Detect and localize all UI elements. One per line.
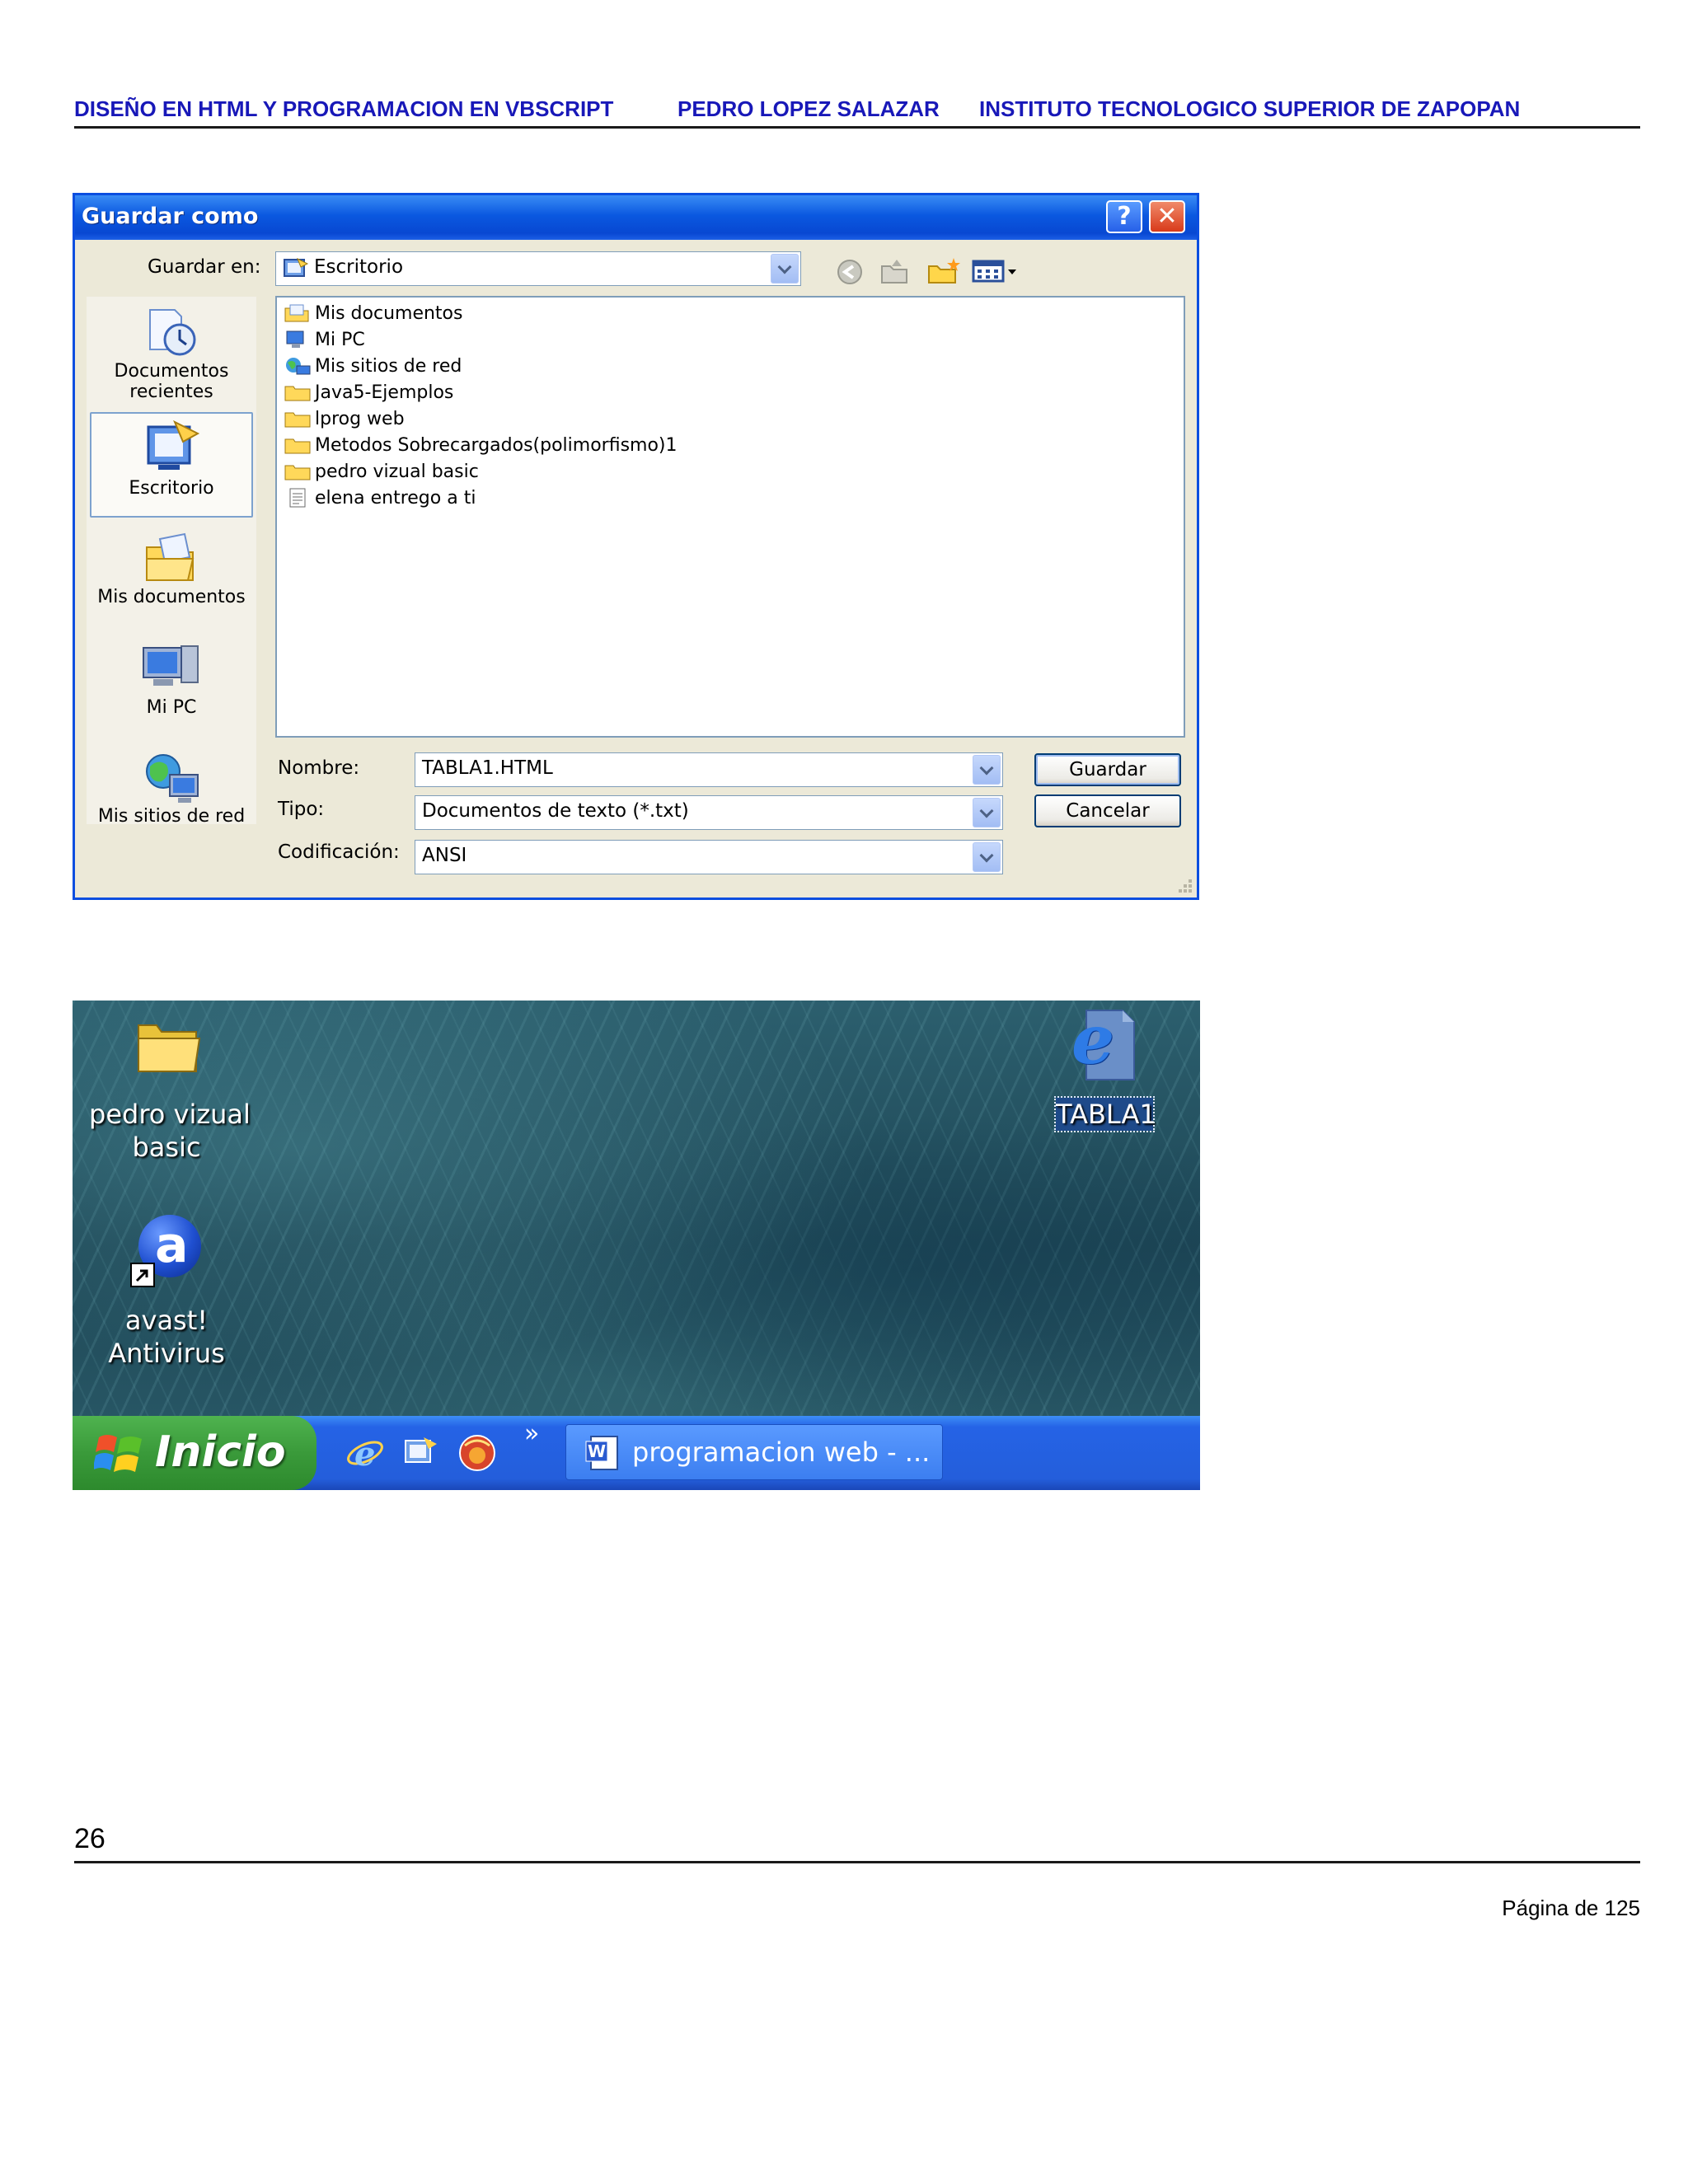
desktop-screenshot: pedro vizual basic a avast! Antivirus e …	[73, 1001, 1200, 1490]
up-folder-icon[interactable]	[879, 256, 912, 286]
file-name: Mis documentos	[315, 303, 463, 324]
shortcut-arrow-icon	[130, 1263, 155, 1287]
footer-rule	[74, 1861, 1640, 1863]
ie-glyph: e	[1071, 1001, 1115, 1080]
save-in-value: Escritorio	[314, 256, 404, 278]
file-name: Mi PC	[315, 330, 365, 350]
folder-icon	[284, 438, 311, 454]
place-label: Mi PC	[146, 697, 197, 718]
header-title: DISEÑO EN HTML Y PROGRAMACION EN VBSCRIP…	[74, 96, 614, 121]
my-documents-icon	[146, 532, 195, 581]
file-name: Mis sitios de red	[315, 356, 462, 377]
place-label: recientes	[129, 382, 213, 402]
dialog-title: Guardar como	[82, 204, 259, 229]
firefox-icon[interactable]	[457, 1432, 498, 1474]
text-file-icon	[289, 488, 306, 508]
place-label: Mis sitios de red	[97, 806, 246, 827]
desktop-icon-label[interactable]: Antivirus	[89, 1337, 244, 1370]
header-institute: INSTITUTO TECNOLOGICO SUPERIOR DE ZAPOPA…	[979, 96, 1521, 121]
my-documents-icon	[284, 304, 309, 322]
chevron-down-icon[interactable]	[771, 254, 799, 284]
avast-glyph: a	[155, 1216, 189, 1274]
encoding-label: Codificación:	[278, 841, 400, 863]
start-label: Inicio	[155, 1427, 286, 1477]
page-header: DISEÑO EN HTML Y PROGRAMACION EN VBSCRIP…	[74, 95, 1640, 129]
chevron-down-icon[interactable]	[973, 798, 1001, 827]
places-bar: Documentos recientes Escritorio Mis docu…	[87, 297, 256, 827]
new-folder-icon[interactable]	[926, 256, 962, 286]
taskbar-item-label: programacion web - ...	[632, 1436, 931, 1468]
internet-explorer-icon[interactable]: e	[345, 1432, 386, 1474]
file-name: Java5-Ejemplos	[315, 382, 454, 403]
svg-text:e: e	[354, 1435, 375, 1474]
file-list[interactable]: Mis documentos Mi PC Mis sitios de red J…	[275, 296, 1185, 738]
page-count: Página de 125	[1502, 1896, 1640, 1920]
encoding-select[interactable]: ANSI	[415, 840, 1003, 874]
file-name: pedro vizual basic	[315, 462, 479, 482]
save-as-dialog: Guardar como ? ✕ Guardar en: Escritorio	[73, 193, 1199, 900]
recent-documents-icon	[149, 309, 196, 356]
file-name: Metodos Sobrecargados(polimorfismo)1	[315, 435, 678, 456]
taskbar-item-word[interactable]: W programacion web - ...	[565, 1424, 943, 1480]
save-in-combo[interactable]: Escritorio	[275, 251, 801, 286]
folder-icon[interactable]	[134, 1014, 203, 1076]
show-desktop-icon[interactable]	[401, 1434, 438, 1472]
file-name: elena entrego a ti	[315, 488, 476, 509]
avast-icon[interactable]: a	[130, 1213, 204, 1287]
computer-icon	[143, 645, 199, 686]
desktop-icon-label[interactable]: avast!	[89, 1304, 244, 1337]
place-my-computer[interactable]: Mi PC	[90, 641, 253, 732]
file-name: lprog web	[315, 409, 405, 429]
html-document-icon[interactable]: e	[1063, 1001, 1142, 1085]
place-my-documents[interactable]: Mis documentos	[90, 529, 253, 620]
name-label: Nombre:	[278, 757, 360, 779]
file-type-select[interactable]: Documentos de texto (*.txt)	[415, 795, 1003, 830]
encoding-value: ANSI	[422, 845, 467, 866]
place-desktop[interactable]: Escritorio	[90, 412, 253, 518]
page-number: 26	[74, 1823, 106, 1854]
desktop-icon-label[interactable]: pedro vizual	[89, 1098, 251, 1131]
file-type-value: Documentos de texto (*.txt)	[422, 800, 689, 822]
type-label: Tipo:	[278, 799, 325, 820]
desktop-icon	[284, 257, 309, 277]
taskbar: Inicio e » W programacion web - ...	[73, 1416, 1200, 1490]
help-button[interactable]: ?	[1106, 200, 1142, 233]
dialog-title-bar[interactable]: Guardar como ? ✕	[75, 195, 1197, 240]
folder-icon	[284, 386, 311, 401]
place-label: Mis documentos	[97, 587, 246, 607]
place-label: Documentos	[114, 361, 229, 382]
quicklaunch-more-icon[interactable]: »	[524, 1419, 539, 1448]
chevron-down-icon[interactable]	[973, 755, 1001, 785]
word-glyph: W	[588, 1441, 607, 1461]
file-name-input[interactable]: TABLA1.HTML	[415, 752, 1003, 787]
desktop-icon-label-selected[interactable]: TABLA1	[1054, 1096, 1156, 1132]
save-button[interactable]: Guardar	[1034, 753, 1181, 786]
place-recent-documents[interactable]: Documentos recientes	[90, 303, 253, 402]
view-menu-icon[interactable]	[972, 260, 1021, 284]
folder-icon	[284, 412, 311, 428]
network-places-icon	[146, 754, 199, 803]
place-network-places[interactable]: Mis sitios de red	[90, 750, 253, 832]
start-button[interactable]: Inicio	[73, 1416, 316, 1490]
place-label: Escritorio	[129, 478, 214, 499]
close-button[interactable]: ✕	[1149, 200, 1185, 233]
file-name-value: TABLA1.HTML	[422, 757, 553, 779]
cancel-button[interactable]: Cancelar	[1034, 794, 1181, 827]
desktop-icon-label[interactable]: basic	[89, 1131, 244, 1164]
desktop-icon	[147, 419, 200, 470]
network-places-icon	[286, 358, 311, 375]
resize-grip-icon[interactable]	[1172, 873, 1193, 894]
folder-icon	[284, 465, 311, 480]
windows-logo-icon	[94, 1435, 142, 1472]
save-in-label: Guardar en:	[148, 256, 261, 278]
chevron-down-icon[interactable]	[973, 842, 1001, 872]
back-icon[interactable]	[833, 258, 866, 286]
header-author: PEDRO LOPEZ SALAZAR	[678, 96, 940, 121]
computer-icon	[286, 330, 304, 348]
